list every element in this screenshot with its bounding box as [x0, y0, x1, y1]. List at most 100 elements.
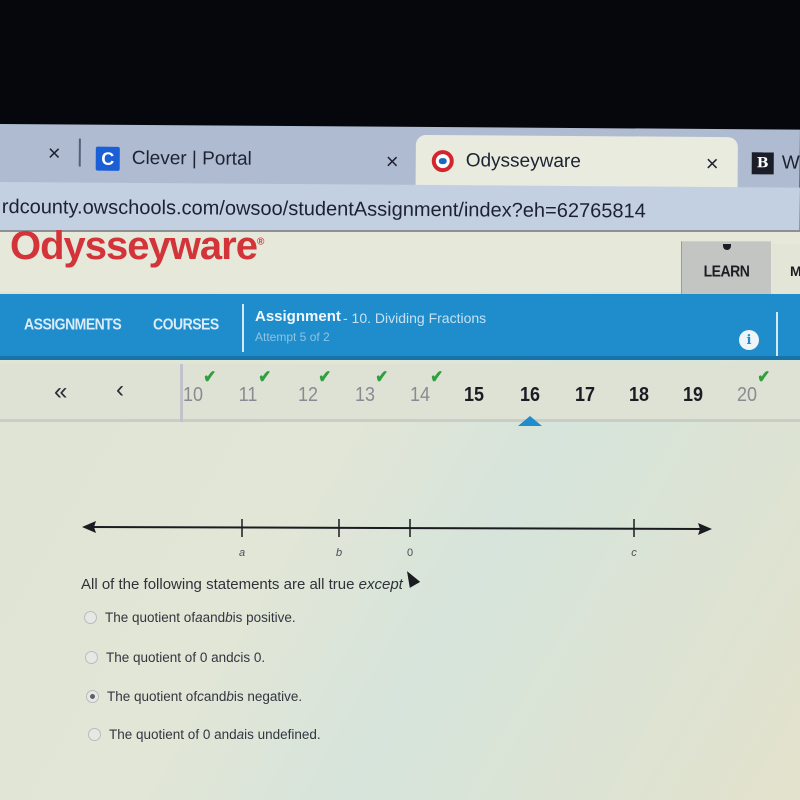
variable-text: a: [195, 610, 203, 625]
monitor-bezel: [0, 0, 800, 128]
current-question-pointer: [518, 416, 542, 426]
question-number-15[interactable]: 15: [459, 382, 489, 406]
question-number-label: 14: [409, 382, 431, 406]
odysseyware-logo[interactable]: Odysseyware®: [10, 224, 264, 269]
site-header: Odysseyware® LEARN M: [0, 224, 800, 301]
b-icon: B: [751, 152, 774, 175]
answer-option[interactable]: The quotient of 0 and a is undefined.: [88, 727, 321, 742]
question-number-14[interactable]: 14 ✔: [405, 367, 443, 406]
number-line-ticks: a b 0 c: [239, 519, 637, 559]
close-tab-icon[interactable]: ×: [48, 140, 61, 166]
assignment-subtitle: - 10. Dividing Fractions: [343, 310, 487, 326]
screen: × C Clever | Portal × Odysseyware × B W …: [0, 0, 800, 800]
question-number-label: 11: [238, 382, 258, 406]
tab-odysseyware[interactable]: Odysseyware ×: [415, 134, 738, 190]
radio-button[interactable]: [85, 651, 98, 664]
tick-label-a: a: [239, 547, 245, 559]
tab-b[interactable]: B W: [751, 137, 800, 189]
variable-text: b: [225, 610, 233, 625]
option-text: The quotient of: [107, 689, 198, 704]
assignment-navbar: ASSIGNMENTS COURSES Assignment - 10. Div…: [0, 294, 800, 360]
question-navigator: « ‹ 10 ✔ 11 ✔ 12 ✔ 13 ✔ 14 ✔ 15 16 17 18 19 20 ✔: [0, 364, 800, 426]
question-number-label: 18: [628, 382, 650, 406]
option-text: The quotient of 0 and: [109, 727, 237, 742]
answer-option[interactable]: The quotient of a and b is positive.: [84, 610, 296, 625]
radio-button[interactable]: [88, 728, 101, 741]
tick-label-b: b: [336, 547, 342, 559]
variable-text: c: [233, 650, 241, 665]
logo-text: Odysseyware: [10, 224, 258, 268]
question-emphasis: except: [358, 576, 403, 593]
registered-mark: ®: [256, 236, 264, 248]
tab-label: Odysseyware: [465, 150, 581, 173]
answer-option[interactable]: The quotient of c and b is negative.: [86, 689, 302, 704]
check-icon: ✔: [318, 367, 331, 388]
left-arrow-icon: [82, 521, 96, 533]
question-number-13[interactable]: 13 ✔: [350, 367, 388, 406]
right-arrow-icon: [698, 523, 712, 535]
question-number-18[interactable]: 18: [624, 382, 654, 406]
variable-text: a: [236, 727, 245, 742]
check-icon: ✔: [757, 367, 770, 388]
question-number-label: 17: [574, 382, 596, 406]
radio-button[interactable]: [86, 690, 99, 703]
question-number-10[interactable]: 10 ✔: [178, 367, 216, 406]
question-number-label: 20: [736, 382, 758, 406]
option-text: is undefined.: [244, 727, 321, 742]
option-text: The quotient of 0 and: [106, 650, 234, 665]
number-line-axis: [89, 526, 705, 530]
question-number-11[interactable]: 11 ✔: [233, 367, 271, 406]
question-number-label: 19: [682, 382, 704, 406]
question-number-20[interactable]: 20 ✔: [732, 367, 770, 406]
nav-divider: [776, 312, 778, 356]
question-number-17[interactable]: 17: [570, 382, 600, 406]
close-tab-icon[interactable]: ×: [386, 149, 399, 175]
option-text: is 0.: [240, 650, 266, 665]
option-text: The quotient of: [105, 610, 196, 625]
page: Odysseyware® LEARN M ASSIGNMENTS COURSES…: [0, 224, 800, 800]
tick-label-0: 0: [407, 547, 413, 559]
nav-courses[interactable]: COURSES: [153, 315, 219, 333]
odysseyware-icon: [431, 150, 454, 173]
answer-option[interactable]: The quotient of 0 and c is 0.: [85, 650, 265, 665]
variable-text: b: [226, 689, 234, 704]
url-text[interactable]: rdcounty.owschools.com/owsoo/studentAssi…: [0, 195, 646, 223]
attempt-count: Attempt 5 of 2: [255, 330, 330, 344]
question-number-label: 13: [354, 382, 376, 406]
nav-divider: [242, 304, 244, 352]
tab-label: W: [781, 152, 800, 174]
more-button[interactable]: M: [772, 244, 800, 298]
tab-separator: [78, 138, 81, 167]
question-number-label: 16: [519, 382, 541, 406]
previous-question-button[interactable]: ‹: [116, 376, 124, 404]
tab-clever-portal[interactable]: C Clever | Portal ×: [95, 133, 416, 187]
close-tab-icon[interactable]: ×: [706, 151, 719, 177]
nav-assignments[interactable]: ASSIGNMENTS: [24, 315, 122, 333]
question-number-12[interactable]: 12 ✔: [293, 367, 331, 406]
question-number-16[interactable]: 16: [515, 382, 545, 406]
number-line: a b 0 c: [82, 519, 712, 559]
question-prompt: All of the following statements are all …: [81, 576, 403, 593]
question-number-label: 10: [182, 382, 204, 406]
option-text: is negative.: [233, 689, 303, 704]
question-number-label: 15: [463, 382, 485, 406]
check-icon: ✔: [258, 367, 271, 388]
question-number-19[interactable]: 19: [678, 382, 708, 406]
variable-text: c: [197, 689, 204, 704]
tick-label-c: c: [631, 547, 637, 559]
assignment-title: Assignment: [255, 308, 341, 325]
option-text: is positive.: [232, 610, 296, 625]
option-text: and: [203, 689, 227, 704]
question-text: All of the following statements are all …: [81, 576, 355, 593]
browser-tab-strip: × C Clever | Portal × Odysseyware × B W: [0, 124, 800, 190]
first-question-button[interactable]: «: [54, 378, 67, 406]
learn-button[interactable]: LEARN: [681, 241, 771, 301]
radio-button[interactable]: [84, 611, 97, 624]
info-icon[interactable]: i: [739, 330, 759, 350]
clever-c-icon: C: [95, 146, 120, 171]
question-number-label: 12: [297, 382, 319, 406]
check-icon: ✔: [430, 367, 443, 388]
option-text: and: [202, 610, 226, 625]
tab-label: Clever | Portal: [131, 147, 252, 170]
check-icon: ✔: [375, 367, 388, 388]
